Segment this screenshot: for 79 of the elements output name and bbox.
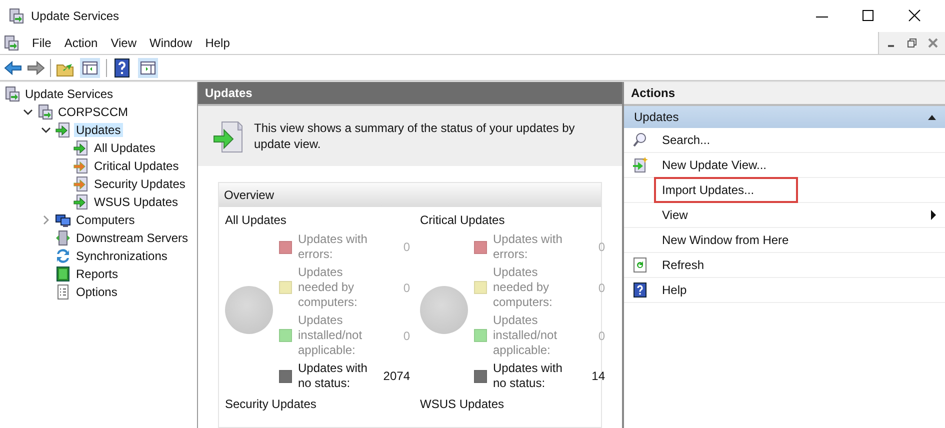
servers-icon — [55, 230, 71, 246]
menu-item[interactable]: Help — [205, 36, 230, 50]
back-arrow-icon[interactable] — [4, 58, 22, 76]
legend-value: 14 — [590, 369, 605, 383]
tree-item[interactable]: Reports — [74, 267, 120, 281]
action-link[interactable]: New Update View... — [658, 156, 771, 174]
legend-value: 0 — [402, 240, 410, 254]
report-book-icon — [55, 266, 71, 282]
server-icon — [8, 8, 24, 24]
legend-label: Updates with no status: — [298, 361, 368, 391]
menu-item[interactable]: File — [32, 36, 52, 50]
legend-value: 0 — [597, 240, 605, 254]
chevron-down-icon[interactable] — [23, 107, 33, 117]
tree-item[interactable]: Update Services — [23, 87, 116, 101]
action-link[interactable]: View — [658, 206, 692, 224]
submenu-arrow-icon[interactable] — [930, 209, 937, 221]
server-icon — [4, 86, 20, 102]
section-title: Critical Updates — [420, 213, 506, 229]
description-text: This view shows a summary of the status of your updates by update view. — [254, 120, 576, 152]
section-title: WSUS Updates — [420, 397, 506, 413]
tree-item[interactable]: CORPSCCM — [56, 105, 130, 119]
tree-item[interactable]: All Updates — [92, 141, 158, 155]
tree-item[interactable]: Synchronizations — [74, 249, 170, 263]
legend-label: Updates installed/not applicable: — [493, 313, 558, 358]
document-arrow-icon — [73, 140, 89, 156]
legend-value: 0 — [597, 328, 605, 342]
pane-title: Updates — [198, 82, 622, 106]
pane-icon[interactable] — [79, 56, 101, 78]
menu-item[interactable]: View — [110, 36, 136, 50]
legend-value: 0 — [402, 328, 410, 342]
menu-item[interactable]: Window — [150, 36, 192, 50]
computers-icon — [55, 212, 71, 228]
tree-item[interactable]: Options — [74, 285, 120, 299]
pie-chart-placeholder — [420, 286, 468, 334]
document-arrow-icon — [73, 158, 89, 174]
tree-item[interactable]: Updates — [74, 123, 123, 137]
tree-item[interactable]: Computers — [74, 213, 137, 227]
section-title: All Updates — [225, 213, 288, 229]
legend-label: Updates needed by computers: — [298, 265, 358, 310]
overview-header: Overview — [219, 183, 601, 207]
forward-arrow-icon[interactable] — [27, 58, 45, 76]
chevron-right-icon[interactable] — [41, 215, 51, 225]
server-icon[interactable] — [3, 35, 19, 51]
pane-title: Actions — [624, 82, 945, 106]
help-icon[interactable] — [112, 58, 132, 78]
pie-chart-placeholder — [225, 286, 273, 334]
action-link[interactable]: New Window from Here — [658, 231, 793, 249]
action-link[interactable]: Refresh — [658, 256, 708, 274]
document-arrow-icon — [73, 194, 89, 210]
server-icon — [37, 104, 53, 120]
legend-label: Updates needed by computers: — [493, 265, 554, 310]
chevron-down-icon[interactable] — [41, 125, 51, 135]
legend-value: 2074 — [382, 369, 410, 383]
action-group-header[interactable]: Updates — [624, 106, 945, 128]
action-link[interactable]: Search... — [658, 131, 714, 149]
legend-label: Updates installed/not applicable: — [298, 313, 364, 358]
legend-value: 0 — [597, 280, 605, 294]
pane-icon[interactable] — [137, 56, 159, 78]
tree-item[interactable]: WSUS Updates — [92, 195, 180, 209]
refresh-icon[interactable] — [632, 257, 648, 273]
document-arrow-icon — [55, 122, 71, 138]
legend-value: 0 — [402, 280, 410, 294]
legend-label: Updates with no status: — [493, 361, 564, 391]
action-link[interactable]: Help — [658, 281, 691, 299]
search-icon[interactable] — [632, 132, 648, 148]
tree-item[interactable]: Downstream Servers — [74, 231, 190, 245]
group-title: Updates — [634, 110, 679, 124]
window-title: Update Services — [31, 9, 120, 23]
menu-item[interactable]: Action — [64, 36, 98, 50]
help-icon[interactable] — [632, 282, 648, 298]
tree-item[interactable]: Critical Updates — [92, 159, 181, 173]
section-title: Security Updates — [225, 397, 318, 413]
document-arrow-icon — [73, 176, 89, 192]
sync-arrows-icon — [55, 248, 71, 264]
tree-item[interactable]: Security Updates — [92, 177, 188, 191]
legend-label: Updates with errors: — [493, 232, 564, 262]
list-icon — [55, 284, 71, 300]
collapse-triangle-icon[interactable] — [927, 113, 937, 121]
legend-label: Updates with errors: — [298, 232, 368, 262]
